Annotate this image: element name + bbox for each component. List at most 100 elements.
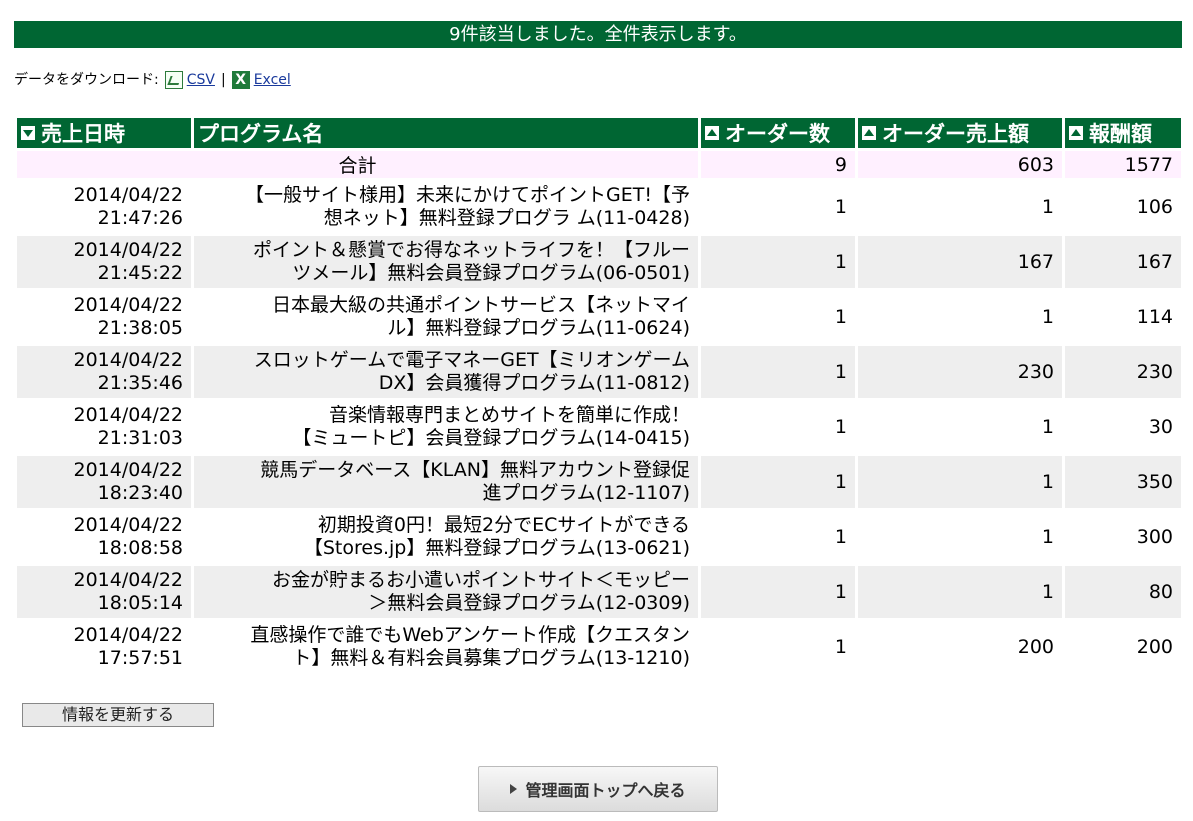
sales-time: 21:35:46 bbox=[97, 372, 183, 394]
column-header-reward[interactable]: 報酬額 bbox=[1065, 118, 1181, 148]
program-name-line1: お金が貯まるお小遣いポイントサイト＜モッピー bbox=[271, 569, 690, 591]
program-name-line1: スロットゲームで電子マネーGET【ミリオンゲーム bbox=[253, 349, 690, 371]
sales-time: 18:08:58 bbox=[97, 537, 183, 559]
program-name: お金が貯まるお小遣いポイントサイト＜モッピー ＞無料会員登録プログラム(12-03… bbox=[194, 566, 698, 618]
reward-amount: 80 bbox=[1065, 566, 1181, 618]
column-header-sales-date[interactable]: 売上日時 bbox=[17, 118, 191, 148]
program-name: 競馬データベース【KLAN】無料アカウント登録促 進プログラム(12-1107) bbox=[194, 456, 698, 508]
back-to-admin-top-button[interactable]: 管理画面トップへ戻る bbox=[478, 766, 718, 812]
sales-date: 2014/04/22 bbox=[73, 404, 183, 426]
program-name: 直感操作で誰でもWebアンケート作成【クエスタン ト】無料＆有料会員募集プログラム… bbox=[194, 621, 698, 673]
total-reward: 1577 bbox=[1065, 151, 1181, 178]
separator: | bbox=[220, 72, 226, 88]
sales-datetime: 2014/04/22 21:45:22 bbox=[17, 236, 191, 288]
program-name-line1: 直感操作で誰でもWebアンケート作成【クエスタン bbox=[250, 624, 690, 646]
reward-amount: 230 bbox=[1065, 346, 1181, 398]
sort-ascending-icon[interactable] bbox=[862, 126, 876, 140]
order-count: 1 bbox=[701, 566, 855, 618]
reward-amount: 167 bbox=[1065, 236, 1181, 288]
total-sales: 603 bbox=[858, 151, 1062, 178]
sales-time: 21:45:22 bbox=[97, 262, 183, 284]
reward-amount: 30 bbox=[1148, 416, 1173, 438]
program-name-line2: ＞無料会員登録プログラム(12-0309) bbox=[368, 592, 690, 614]
csv-file-icon[interactable] bbox=[164, 71, 183, 89]
program-name-line2: ツメール】無料会員登録プログラム(06-0501) bbox=[292, 262, 690, 284]
table-row: 2014/04/22 18:08:58 初期投資0円！最短2分でECサイトができる【… bbox=[17, 511, 1181, 563]
reward-amount: 106 bbox=[1136, 196, 1173, 218]
order-count: 1 bbox=[834, 416, 847, 438]
program-name-line1: 【一般サイト様用】未来にかけてポイントGET!【予 bbox=[245, 184, 690, 206]
program-name: 音楽情報専門まとめサイトを簡単に作成！ 【ミュートピ】会員登録プログラム(14-0… bbox=[194, 401, 698, 453]
result-banner: 9件該当しました。全件表示します。 bbox=[14, 21, 1182, 48]
order-count: 1 bbox=[834, 306, 847, 328]
sales-datetime: 2014/04/22 21:35:46 bbox=[17, 346, 191, 398]
program-name: 初期投資0円！最短2分でECサイトができる 【Stores.jp】無料登録プログラ… bbox=[194, 511, 698, 563]
sales-date: 2014/04/22 bbox=[73, 239, 183, 261]
program-name-line2: ト】無料＆有料会員募集プログラム(13-1210) bbox=[292, 647, 690, 669]
table-row: 2014/04/22 17:57:51 直感操作で誰でもWebアンケート作成【クエス… bbox=[17, 621, 1181, 673]
excel-file-icon[interactable]: X bbox=[231, 71, 250, 89]
reward-amount: 200 bbox=[1136, 636, 1173, 658]
table-row: 2014/04/22 21:47:26 【一般サイト様用】未来にかけてポイントGET… bbox=[17, 181, 1181, 233]
sales-time: 17:57:51 bbox=[97, 647, 183, 669]
reward-amount: 350 bbox=[1065, 456, 1181, 508]
program-name: 【一般サイト様用】未来にかけてポイントGET!【予 想ネット】無料登録プログラ ム… bbox=[194, 181, 698, 233]
sales-date: 2014/04/22 bbox=[73, 184, 183, 206]
total-label: 合計 bbox=[17, 151, 698, 178]
table-row: 2014/04/22 18:05:14 お金が貯まるお小遣いポイントサイト＜モッピー… bbox=[17, 566, 1181, 618]
table-row: 2014/04/22 21:31:03 音楽情報専門まとめサイトを簡単に作成！ 【ミュ… bbox=[17, 401, 1181, 453]
program-name-line1: 初期投資0円！最短2分でECサイトができる bbox=[317, 514, 690, 536]
order-count: 1 bbox=[834, 526, 847, 548]
order-sales: 167 bbox=[858, 236, 1062, 288]
program-name-line1: 音楽情報専門まとめサイトを簡単に作成！ bbox=[328, 404, 690, 426]
sales-datetime: 2014/04/22 18:05:14 bbox=[17, 566, 191, 618]
play-arrow-icon bbox=[510, 784, 518, 794]
sales-date: 2014/04/22 bbox=[73, 514, 183, 536]
sort-ascending-icon[interactable] bbox=[1069, 126, 1083, 140]
download-bar: データをダウンロード: CSV | X Excel bbox=[14, 70, 291, 90]
csv-download-link[interactable]: CSV bbox=[187, 70, 215, 90]
sales-date: 2014/04/22 bbox=[73, 569, 183, 591]
table-row: 2014/04/22 21:45:22 ポイント＆懸賞でお得なネットライフを！【フル… bbox=[17, 236, 1181, 288]
program-name-line2: DX】会員獲得プログラム(11-0812) bbox=[378, 372, 690, 394]
sales-time: 18:23:40 bbox=[97, 482, 183, 504]
order-sales: 1 bbox=[1041, 416, 1054, 438]
program-name-line1: 競馬データベース【KLAN】無料アカウント登録促 bbox=[260, 459, 690, 481]
sort-descending-icon[interactable] bbox=[21, 126, 35, 140]
sales-datetime: 2014/04/22 21:47:26 bbox=[17, 181, 191, 233]
table-row: 2014/04/22 21:35:46 スロットゲームで電子マネーGET【ミリオンゲ… bbox=[17, 346, 1181, 398]
refresh-button[interactable]: 情報を更新する bbox=[22, 703, 214, 727]
sort-ascending-icon[interactable] bbox=[705, 126, 719, 140]
excel-download-link[interactable]: Excel bbox=[254, 70, 291, 90]
back-button-label: 管理画面トップへ戻る bbox=[525, 781, 686, 800]
table-row: 2014/04/22 21:38:05 日本最大級の共通ポイントサービス【ネットマイ… bbox=[17, 291, 1181, 343]
column-header-program-name: プログラム名 bbox=[194, 118, 698, 148]
sales-time: 18:05:14 bbox=[97, 592, 183, 614]
order-sales: 230 bbox=[858, 346, 1062, 398]
sales-date: 2014/04/22 bbox=[73, 294, 183, 316]
download-label: データをダウンロード: bbox=[14, 72, 159, 88]
column-header-order-count[interactable]: オーダー数 bbox=[701, 118, 855, 148]
order-sales: 1 bbox=[858, 566, 1062, 618]
order-sales: 1 bbox=[858, 456, 1062, 508]
order-sales: 1 bbox=[1041, 306, 1054, 328]
order-count: 1 bbox=[701, 346, 855, 398]
sales-date: 2014/04/22 bbox=[73, 624, 183, 646]
sales-datetime: 2014/04/22 21:31:03 bbox=[17, 401, 191, 453]
results-table: 売上日時 プログラム名 オーダー数 オーダー売上額 報酬額 合計 9 603 1… bbox=[14, 115, 1184, 676]
sales-datetime: 2014/04/22 21:38:05 bbox=[17, 291, 191, 343]
program-name-line1: 日本最大級の共通ポイントサービス【ネットマイ bbox=[271, 294, 690, 316]
order-sales: 200 bbox=[1017, 636, 1054, 658]
program-name-line2: 【ミュートピ】会員登録プログラム(14-0415) bbox=[292, 427, 690, 449]
table-header-row: 売上日時 プログラム名 オーダー数 オーダー売上額 報酬額 bbox=[17, 118, 1181, 148]
order-count: 1 bbox=[701, 236, 855, 288]
program-name: スロットゲームで電子マネーGET【ミリオンゲーム DX】会員獲得プログラム(11-… bbox=[194, 346, 698, 398]
order-count: 1 bbox=[834, 196, 847, 218]
column-header-order-sales[interactable]: オーダー売上額 bbox=[858, 118, 1062, 148]
order-sales: 1 bbox=[1041, 526, 1054, 548]
sales-date: 2014/04/22 bbox=[73, 349, 183, 371]
table-row: 2014/04/22 18:23:40 競馬データベース【KLAN】無料アカウント登… bbox=[17, 456, 1181, 508]
order-count: 1 bbox=[701, 456, 855, 508]
order-count: 1 bbox=[834, 636, 847, 658]
order-sales: 1 bbox=[1041, 196, 1054, 218]
